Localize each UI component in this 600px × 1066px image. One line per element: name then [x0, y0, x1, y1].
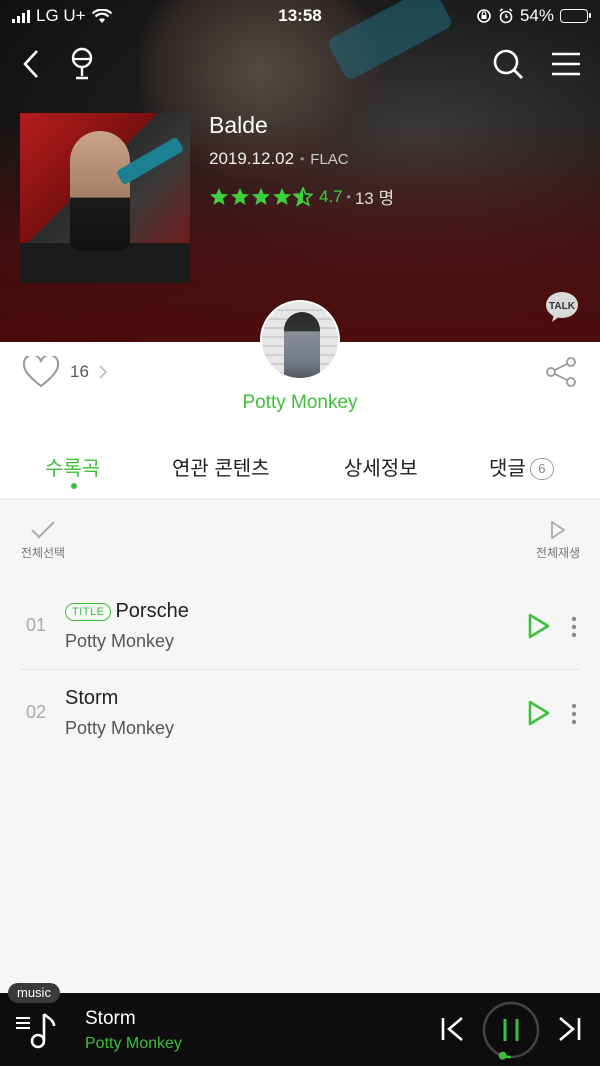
star-icon	[273, 187, 291, 205]
tab-tracks[interactable]: 수록곡	[45, 452, 100, 481]
tab-bar: 수록곡 연관 콘텐츠 상세정보 댓글 6	[0, 440, 600, 500]
more-options-icon[interactable]	[568, 703, 580, 725]
play-all-label: 전체재생	[535, 546, 581, 560]
chevron-right-icon	[99, 365, 107, 379]
star-icon	[210, 187, 228, 205]
back-button[interactable]	[14, 46, 50, 82]
track-list-actions: 전체선택 전체재생	[0, 520, 600, 570]
rotation-lock-icon	[477, 9, 491, 23]
hamburger-menu-icon	[552, 52, 580, 76]
tab-comments[interactable]: 댓글 6	[489, 452, 554, 481]
music-badge: music	[8, 983, 60, 1003]
heart-icon	[22, 356, 60, 388]
album-meta: 2019.12.02 • FLAC	[209, 149, 349, 169]
chevron-left-icon	[23, 50, 38, 78]
microphone-icon	[71, 47, 93, 80]
title-track-badge: TITLE	[65, 602, 112, 621]
album-title: Balde	[209, 112, 268, 138]
track-number: 01	[26, 615, 47, 635]
star-rating	[209, 186, 313, 207]
previous-track-icon[interactable]	[440, 1016, 466, 1042]
status-bar: LG U+ 13:58 54%	[0, 0, 600, 32]
tab-details[interactable]: 상세정보	[344, 452, 418, 481]
pause-icon	[503, 1019, 519, 1041]
now-playing-title: Storm	[85, 1008, 136, 1029]
like-button[interactable]: 16	[22, 356, 107, 388]
battery-percent: 54%	[519, 6, 554, 25]
more-options-icon[interactable]	[568, 616, 580, 638]
kakaotalk-share-icon[interactable]: TALK	[545, 290, 579, 324]
svg-text:TALK: TALK	[549, 301, 576, 312]
track-title: Storm	[65, 687, 119, 709]
rating-score: 4.7	[319, 186, 343, 206]
track-row[interactable]: 01 TITLE Porsche Potty Monkey	[20, 584, 580, 670]
play-icon[interactable]	[526, 699, 552, 727]
playlist-icon[interactable]	[14, 1010, 58, 1050]
star-icon	[252, 187, 270, 205]
release-date: 2019.12.02	[209, 149, 295, 168]
artist-avatar[interactable]	[260, 300, 340, 380]
share-icon[interactable]	[545, 356, 577, 388]
search-icon	[493, 49, 523, 79]
album-rating[interactable]: 4.7 • 13 명	[209, 184, 394, 209]
track-artist: Potty Monkey	[65, 631, 175, 651]
battery-icon	[560, 9, 591, 23]
progress-dot	[498, 1051, 507, 1060]
like-count: 16	[70, 362, 89, 381]
checkmark-icon	[31, 521, 55, 539]
separator-dot: •	[300, 152, 305, 166]
now-playing-artist: Potty Monkey	[85, 1035, 182, 1052]
voice-search-button[interactable]	[64, 46, 100, 82]
pause-button[interactable]	[481, 1000, 541, 1060]
comment-count-badge: 6	[529, 458, 554, 480]
track-artist: Potty Monkey	[65, 718, 175, 738]
separator-dot: •	[346, 189, 351, 204]
next-track-icon[interactable]	[556, 1016, 582, 1042]
tab-related-content[interactable]: 연관 콘텐츠	[172, 452, 270, 481]
star-icon	[231, 187, 249, 205]
play-all-button[interactable]: 전체재생	[518, 520, 598, 561]
half-star-icon	[293, 186, 313, 207]
select-all-label: 전체선택	[20, 546, 66, 560]
search-button[interactable]	[490, 46, 526, 82]
track-title: Porsche	[115, 600, 189, 622]
track-row[interactable]: 02 Storm Potty Monkey	[20, 671, 580, 757]
audio-format: FLAC	[310, 150, 349, 168]
progress-ring-track	[482, 1001, 540, 1059]
select-all-button[interactable]: 전체선택	[3, 520, 83, 561]
play-outline-icon	[551, 521, 565, 539]
active-tab-indicator	[71, 483, 77, 489]
artist-name-link[interactable]: Potty Monkey	[0, 392, 600, 414]
tab-comments-label: 댓글	[489, 458, 526, 480]
play-icon[interactable]	[526, 612, 552, 640]
rating-count: 13 명	[354, 189, 395, 208]
album-cover[interactable]	[20, 113, 190, 283]
alarm-icon	[499, 8, 513, 24]
track-number: 02	[26, 702, 47, 722]
menu-button[interactable]	[548, 46, 584, 82]
